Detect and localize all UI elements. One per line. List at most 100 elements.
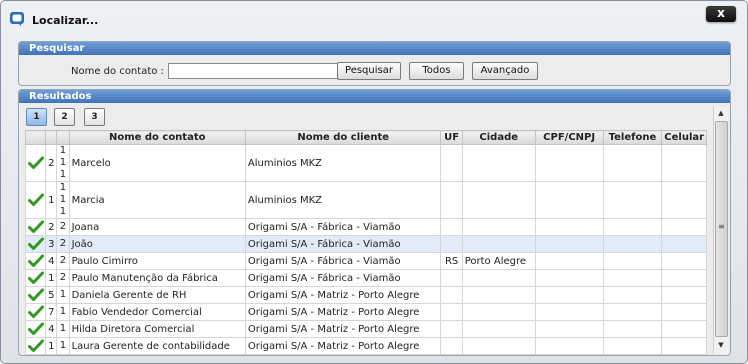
row-phone bbox=[602, 286, 663, 304]
all-button[interactable]: Todos bbox=[409, 62, 464, 80]
search-panel: Pesquisar Nome do contato : Pesquisar To… bbox=[18, 41, 731, 86]
table-row[interactable]: 2 2 Joana Origami S/A - Fábrica - Viamão bbox=[24, 218, 707, 236]
row-phone bbox=[602, 320, 663, 338]
contact-name-input[interactable] bbox=[168, 63, 338, 79]
row-id2-cell: 2 bbox=[56, 218, 70, 236]
table-row[interactable]: 1 2 Paulo Manutenção da Fábrica Origami S/A… bbox=[24, 269, 707, 287]
row-uf: RS bbox=[440, 252, 463, 270]
column-header-contact-name[interactable]: Nome do contato bbox=[68, 130, 246, 145]
row-check-cell[interactable] bbox=[24, 252, 47, 270]
row-id2-cell: 2 bbox=[56, 269, 70, 287]
row-id1-cell: 4 bbox=[45, 320, 58, 338]
row-contact-name: Marcia bbox=[68, 181, 246, 219]
row-id2-cell: 1 bbox=[56, 337, 70, 355]
scroll-down-arrow-icon[interactable]: ▼ bbox=[714, 339, 728, 352]
row-id2-cell: 1 bbox=[56, 303, 70, 321]
row-check-cell[interactable] bbox=[24, 320, 47, 338]
row-city bbox=[461, 303, 536, 321]
row-client-name: Origami S/A - Matriz - Porto Alegre bbox=[244, 286, 442, 304]
column-header-city[interactable]: Cidade bbox=[461, 130, 536, 145]
find-dialog: Localizar... x Pesquisar Nome do contato… bbox=[0, 0, 748, 364]
row-uf bbox=[440, 218, 463, 236]
row-phone bbox=[602, 218, 663, 236]
row-client-name: Origami S/A - Matriz - Porto Alegre bbox=[244, 337, 442, 355]
column-header-check[interactable] bbox=[24, 130, 47, 145]
row-check-cell[interactable] bbox=[24, 337, 47, 355]
row-cell bbox=[661, 218, 707, 236]
check-icon bbox=[27, 254, 44, 267]
search-button[interactable]: Pesquisar bbox=[337, 62, 401, 80]
table-row[interactable]: 21 1 1 Marcelo Aluminios MKZ bbox=[24, 144, 707, 182]
row-city bbox=[461, 218, 536, 236]
check-icon bbox=[27, 322, 44, 335]
page-1-button[interactable]: 1 bbox=[26, 108, 47, 126]
scroll-up-arrow-icon[interactable]: ▲ bbox=[714, 107, 728, 120]
contact-name-label: Nome do contato : bbox=[71, 66, 164, 77]
row-id1-cell: 3 bbox=[45, 235, 58, 253]
table-row[interactable]: 7 1 Fabio Vendedor Comercial Origami S/A - … bbox=[24, 303, 707, 321]
row-cpf-cnpj bbox=[534, 252, 604, 270]
row-id1-cell: 1 bbox=[45, 181, 58, 219]
row-contact-name: Fabio Vendedor Comercial bbox=[68, 303, 246, 321]
column-header-cell[interactable]: Celular bbox=[661, 130, 707, 145]
row-contact-name: Marcelo bbox=[68, 144, 246, 182]
table-row[interactable]: 5 1 Daniela Gerente de RH Origami S/A - Mat… bbox=[24, 286, 707, 304]
row-check-cell[interactable] bbox=[24, 269, 47, 287]
row-id1-cell: 7 bbox=[45, 303, 58, 321]
check-icon bbox=[27, 237, 44, 250]
row-cell bbox=[661, 269, 707, 287]
row-city: Porto Alegre bbox=[461, 252, 536, 270]
table-row[interactable]: 3 2 João Origami S/A - Fábrica - Viamão bbox=[24, 235, 707, 253]
row-check-cell[interactable] bbox=[24, 303, 47, 321]
row-uf bbox=[440, 337, 463, 355]
column-header-id1[interactable] bbox=[45, 130, 58, 145]
row-id2-cell: 1 bbox=[56, 286, 70, 304]
row-check-cell[interactable] bbox=[24, 181, 47, 219]
row-check-cell[interactable] bbox=[24, 144, 47, 182]
row-check-cell[interactable] bbox=[24, 286, 47, 304]
row-cell bbox=[661, 337, 707, 355]
search-panel-header: Pesquisar bbox=[19, 42, 730, 55]
column-header-cpf-cnpj[interactable]: CPF/CNPJ bbox=[534, 130, 604, 145]
row-phone bbox=[602, 269, 663, 287]
row-id1-cell: 5 bbox=[45, 286, 58, 304]
close-button[interactable]: x bbox=[706, 6, 736, 22]
table-row[interactable]: 4 2 Paulo Cimirro Origami S/A - Fábrica - V… bbox=[24, 252, 707, 270]
row-id2-cell: 2 bbox=[56, 235, 70, 253]
table-row[interactable]: 4 1 Hilda Diretora Comercial Origami S/A - … bbox=[24, 320, 707, 338]
row-city bbox=[461, 286, 536, 304]
row-cell bbox=[661, 144, 707, 182]
column-header-client-name[interactable]: Nome do cliente bbox=[244, 130, 442, 145]
row-contact-name: Joana bbox=[68, 218, 246, 236]
row-check-cell[interactable] bbox=[24, 218, 47, 236]
row-uf bbox=[440, 181, 463, 219]
row-client-name: Origami S/A - Matriz - Porto Alegre bbox=[244, 320, 442, 338]
column-header-id2[interactable] bbox=[56, 130, 70, 145]
page-3-button[interactable]: 3 bbox=[84, 108, 105, 126]
row-id2-cell: 1 bbox=[56, 320, 70, 338]
advanced-button[interactable]: Avançado bbox=[472, 62, 538, 80]
row-contact-name: João bbox=[68, 235, 246, 253]
row-cpf-cnpj bbox=[534, 269, 604, 287]
results-table-body: 21 1 1 Marcelo Aluminios MKZ 1 1 1 1 Marcia Al… bbox=[24, 144, 707, 355]
row-uf bbox=[440, 286, 463, 304]
row-check-cell[interactable] bbox=[24, 235, 47, 253]
row-id1-cell: 2 bbox=[45, 218, 58, 236]
row-cell bbox=[661, 303, 707, 321]
check-icon bbox=[27, 271, 44, 284]
check-icon bbox=[27, 220, 44, 233]
results-scrollbar[interactable]: ▲ ≡ ▼ bbox=[713, 107, 728, 354]
table-row[interactable]: 1 1 Laura Gerente de contabilidade Origami … bbox=[24, 337, 707, 355]
row-city bbox=[461, 269, 536, 287]
page-2-button[interactable]: 2 bbox=[54, 108, 75, 126]
row-phone bbox=[602, 144, 663, 182]
row-cpf-cnpj bbox=[534, 144, 604, 182]
row-city bbox=[461, 235, 536, 253]
column-header-uf[interactable]: UF bbox=[440, 130, 463, 145]
scrollbar-thumb[interactable]: ≡ bbox=[715, 121, 728, 337]
table-row[interactable]: 11 1 1 Marcia Aluminios MKZ bbox=[24, 181, 707, 219]
column-header-phone[interactable]: Telefone bbox=[602, 130, 663, 145]
results-panel: Resultados 1 2 3 Nome do contato Nome do… bbox=[18, 89, 731, 356]
check-icon bbox=[27, 288, 44, 301]
row-uf bbox=[440, 269, 463, 287]
